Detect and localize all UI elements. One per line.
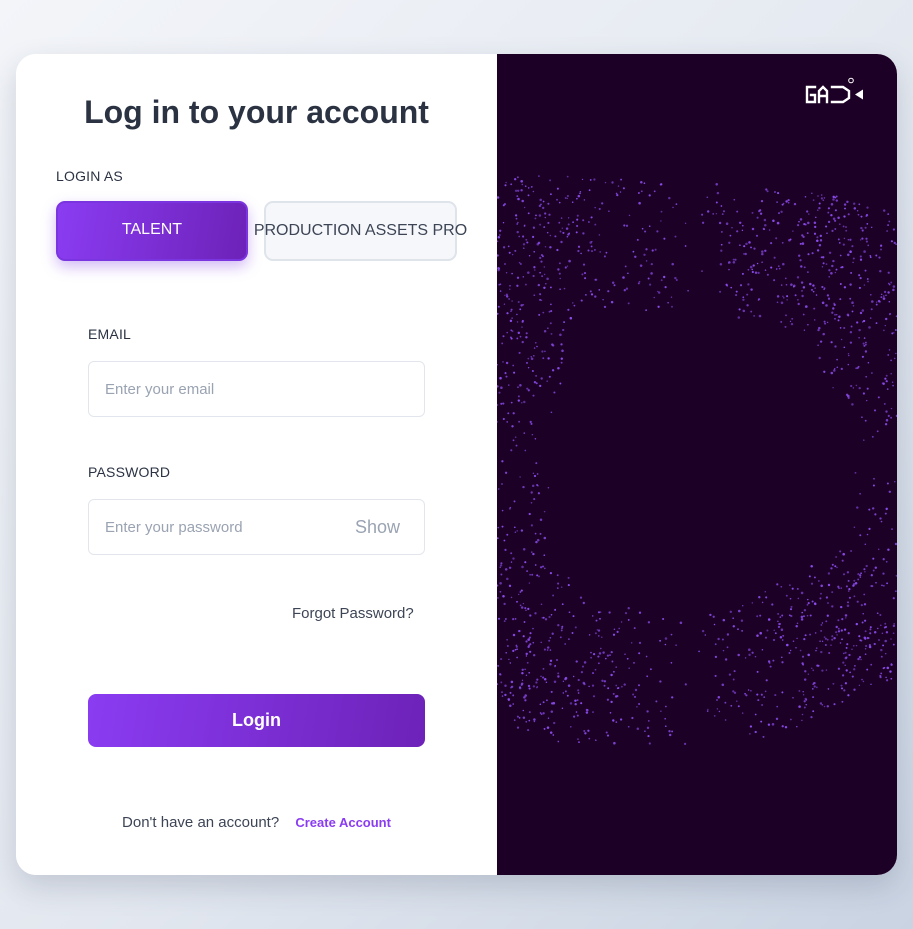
signup-prompt: Don't have an account? — [122, 814, 280, 831]
email-input[interactable] — [105, 362, 345, 416]
role-talent-button[interactable]: TALENT — [56, 201, 248, 261]
login-form-panel: Log in to your account LOGIN AS TALENT P… — [16, 54, 497, 875]
forgot-password-link[interactable]: Forgot Password? — [292, 605, 414, 622]
email-field-box — [88, 361, 425, 417]
signup-row: Don't have an account? Create Account — [16, 814, 497, 831]
brand-panel — [497, 54, 897, 875]
login-button[interactable]: Login — [88, 694, 425, 747]
create-account-link[interactable]: Create Account — [295, 815, 391, 830]
password-field-box: Show — [88, 499, 425, 555]
page-title: Log in to your account — [84, 94, 429, 130]
password-input[interactable] — [105, 500, 345, 554]
login-as-label: LOGIN AS — [56, 168, 123, 184]
gad-logo-icon — [805, 77, 863, 104]
email-label: EMAIL — [88, 326, 132, 342]
login-card: Log in to your account LOGIN AS TALENT P… — [16, 54, 897, 875]
password-label: PASSWORD — [88, 464, 171, 480]
role-production-assets-pro-label: PRODUCTION ASSETS PRO — [253, 222, 468, 239]
particle-ring-graphic — [497, 175, 897, 746]
role-production-assets-pro-button[interactable]: PRODUCTION ASSETS PRO — [254, 201, 467, 261]
show-password-toggle[interactable]: Show — [355, 500, 400, 554]
